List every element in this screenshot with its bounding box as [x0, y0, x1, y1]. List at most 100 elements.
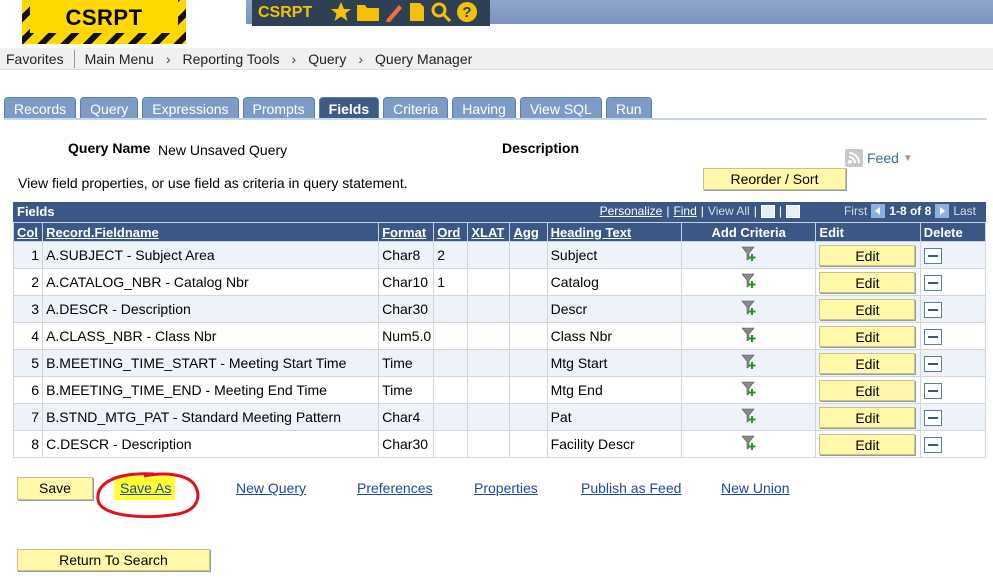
cell-heading-text: Mtg End [546, 376, 683, 404]
col-header-agg[interactable]: Agg [509, 222, 548, 242]
search-icon[interactable] [430, 1, 452, 23]
delete-row-icon[interactable] [923, 409, 942, 426]
breadcrumb-query[interactable]: Query [302, 51, 352, 67]
reorder-sort-button[interactable]: Reorder / Sort [703, 168, 846, 190]
add-criteria-funnel-icon[interactable] [740, 327, 758, 347]
publish-as-feed-link[interactable]: Publish as Feed [581, 480, 681, 496]
cell-delete [919, 241, 987, 269]
add-criteria-funnel-icon[interactable] [740, 273, 758, 293]
add-criteria-funnel-icon[interactable] [740, 354, 758, 374]
star-icon[interactable] [330, 1, 352, 23]
table-row: 1 A.SUBJECT - Subject Area Char8 2 Subject Ed… [12, 241, 987, 269]
cell-xlat [467, 430, 511, 458]
col-header-format[interactable]: Format [378, 222, 435, 242]
zoom-grid-icon[interactable] [760, 204, 775, 218]
toolbar-icons: ? [330, 1, 478, 23]
breadcrumb-main-menu[interactable]: Main Menu [79, 51, 160, 67]
col-header-xlat[interactable]: XLAT [467, 222, 511, 242]
delete-row-icon[interactable] [923, 355, 942, 372]
add-criteria-funnel-icon[interactable] [740, 408, 758, 428]
edit-button[interactable]: Edit [819, 406, 916, 428]
cell-heading-text: Descr [546, 295, 683, 323]
nav-divider: | [666, 204, 670, 218]
preferences-link[interactable]: Preferences [357, 480, 432, 496]
cell-xlat [467, 322, 511, 350]
tab-underline [4, 118, 987, 120]
edit-button[interactable]: Edit [819, 271, 916, 293]
cell-delete [919, 322, 987, 350]
tab-view-sql[interactable]: View SQL [519, 97, 602, 119]
cell-agg [509, 295, 548, 323]
cell-agg [509, 430, 548, 458]
cell-edit: Edit [815, 295, 921, 323]
cell-heading-text: Mtg Start [546, 349, 683, 377]
add-criteria-funnel-icon[interactable] [740, 246, 758, 266]
grid-title: Fields [17, 204, 55, 219]
return-to-search-button[interactable]: Return To Search [17, 549, 210, 571]
properties-link[interactable]: Properties [474, 480, 538, 496]
pencil-icon[interactable] [384, 1, 404, 23]
cell-ord [433, 430, 469, 458]
fields-table: Col Record.Fieldname Format Ord XLAT Agg… [12, 222, 987, 458]
cell-add-criteria [680, 322, 817, 350]
cell-col: 7 [12, 403, 44, 431]
tab-having[interactable]: Having [452, 97, 516, 119]
add-criteria-funnel-icon[interactable] [740, 435, 758, 455]
delete-row-icon[interactable] [923, 301, 942, 318]
annotation-circle [96, 472, 200, 519]
first-link[interactable]: First [844, 204, 867, 218]
add-criteria-funnel-icon[interactable] [740, 381, 758, 401]
cell-format: Char30 [378, 430, 435, 458]
col-header-add-criteria: Add Criteria [680, 222, 817, 242]
tab-prompts[interactable]: Prompts [242, 97, 315, 119]
edit-button[interactable]: Edit [819, 433, 916, 455]
delete-row-icon[interactable] [923, 436, 942, 453]
tab-run[interactable]: Run [605, 97, 652, 119]
edit-button[interactable]: Edit [819, 298, 916, 320]
new-union-link[interactable]: New Union [721, 480, 789, 496]
previous-arrow-icon[interactable] [871, 204, 886, 218]
tab-records[interactable]: Records [4, 97, 77, 119]
edit-button[interactable]: Edit [819, 244, 916, 266]
col-header-heading-text[interactable]: Heading Text [546, 222, 683, 242]
personalize-link[interactable]: Personalize [600, 204, 663, 218]
tab-expressions[interactable]: Expressions [142, 97, 239, 119]
cell-edit: Edit [815, 349, 921, 377]
save-button[interactable]: Save [17, 477, 93, 500]
feed-menu[interactable]: Feed ▼ [845, 149, 913, 167]
cell-edit: Edit [815, 376, 921, 404]
cell-fieldname: A.SUBJECT - Subject Area [42, 241, 380, 269]
delete-row-icon[interactable] [923, 274, 942, 291]
cell-add-criteria [680, 349, 817, 377]
folder-icon[interactable] [356, 1, 380, 23]
tab-fields[interactable]: Fields [318, 97, 380, 119]
tab-criteria[interactable]: Criteria [383, 97, 449, 119]
breadcrumb-reporting-tools[interactable]: Reporting Tools [177, 51, 286, 67]
edit-button[interactable]: Edit [819, 352, 916, 374]
delete-row-icon[interactable] [923, 247, 942, 264]
edit-button[interactable]: Edit [819, 379, 916, 401]
new-query-link[interactable]: New Query [236, 480, 306, 496]
find-link[interactable]: Find [673, 204, 696, 218]
view-all-link[interactable]: View All [708, 204, 750, 218]
delete-row-icon[interactable] [923, 328, 942, 345]
breadcrumb-query-manager[interactable]: Query Manager [369, 51, 478, 67]
document-icon[interactable] [408, 1, 426, 23]
cell-heading-text: Class Nbr [546, 322, 683, 350]
delete-row-icon[interactable] [923, 382, 942, 399]
col-header-ord[interactable]: Ord [433, 222, 469, 242]
cell-edit: Edit [815, 403, 921, 431]
fields-grid: Fields Personalize | Find | View All | |… [12, 202, 987, 458]
cell-col: 5 [12, 349, 44, 377]
next-arrow-icon[interactable] [935, 204, 950, 218]
col-header-fieldname[interactable]: Record.Fieldname [42, 222, 380, 242]
col-header-col[interactable]: Col [12, 222, 44, 242]
edit-button[interactable]: Edit [819, 325, 916, 347]
breadcrumb-favorites[interactable]: Favorites [0, 51, 70, 67]
tab-query[interactable]: Query [80, 97, 139, 119]
last-link[interactable]: Last [953, 204, 976, 218]
add-criteria-funnel-icon[interactable] [740, 300, 758, 320]
download-grid-icon[interactable] [785, 204, 800, 218]
cell-col: 8 [12, 430, 44, 458]
help-icon[interactable]: ? [456, 1, 478, 23]
